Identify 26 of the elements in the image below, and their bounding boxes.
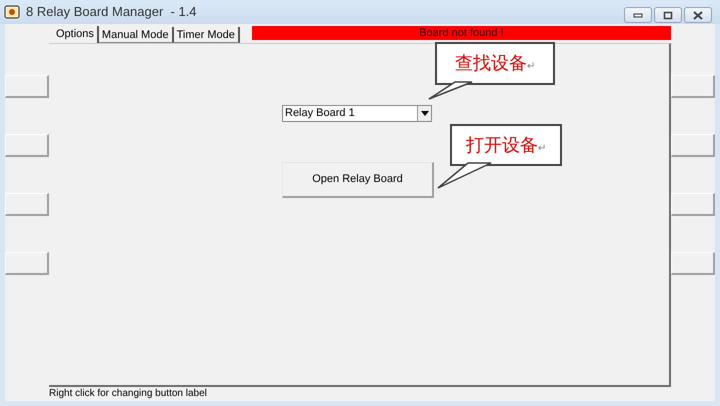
maximize-icon bbox=[663, 10, 673, 20]
callout-text: 查找设备 bbox=[455, 52, 527, 76]
side-button[interactable] bbox=[671, 134, 715, 157]
callout-text: 打开设备 bbox=[466, 134, 538, 158]
paragraph-mark: ↵ bbox=[527, 60, 535, 74]
side-button[interactable] bbox=[5, 252, 49, 275]
minimize-button[interactable] bbox=[624, 7, 652, 23]
error-banner: Board not found ! bbox=[252, 26, 671, 40]
paragraph-mark: ↵ bbox=[538, 142, 546, 156]
open-board-button[interactable]: Open Relay Board bbox=[282, 162, 434, 198]
status-text: Right click for changing button label bbox=[49, 387, 208, 401]
side-button[interactable] bbox=[5, 134, 49, 157]
minimize-icon bbox=[633, 12, 643, 18]
board-dropdown[interactable]: Relay Board 1 bbox=[282, 105, 432, 122]
close-button[interactable] bbox=[684, 7, 712, 23]
window-title: 8 Relay Board Manager - 1.4 bbox=[26, 3, 197, 22]
tab[interactable]: Timer Mode bbox=[174, 27, 240, 43]
side-button[interactable] bbox=[5, 193, 49, 216]
tab[interactable]: Manual Mode bbox=[98, 27, 174, 43]
side-button[interactable] bbox=[671, 75, 715, 98]
maximize-button[interactable] bbox=[654, 7, 682, 23]
side-button[interactable] bbox=[671, 193, 715, 216]
side-button[interactable] bbox=[671, 252, 715, 275]
side-button[interactable] bbox=[5, 75, 49, 98]
app-icon bbox=[4, 4, 20, 20]
close-icon bbox=[693, 10, 703, 20]
